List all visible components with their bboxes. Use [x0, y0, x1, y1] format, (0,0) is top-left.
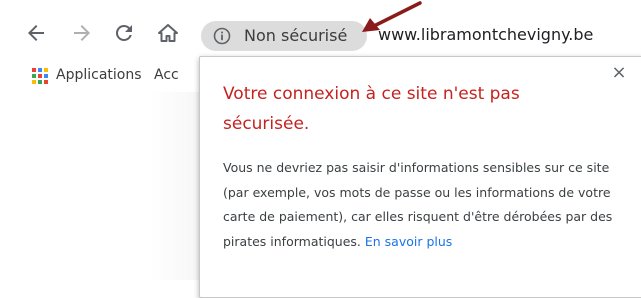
bookmark-truncated[interactable]: Acc [154, 67, 179, 83]
forward-icon[interactable] [70, 21, 94, 45]
learn-more-link[interactable]: En savoir plus [365, 234, 452, 249]
back-icon[interactable] [24, 21, 48, 45]
page-content [0, 92, 200, 280]
page-background-shade [150, 92, 200, 280]
close-icon[interactable]: × [610, 64, 628, 82]
reload-icon[interactable] [112, 21, 136, 45]
info-icon [213, 27, 231, 45]
annotation-arrow-icon [362, 1, 422, 32]
home-icon[interactable] [156, 21, 180, 45]
popup-description: Vous ne devriez pas saisir d'information… [223, 156, 628, 254]
apps-grid-icon[interactable] [32, 68, 48, 84]
security-chip[interactable]: Non sécurisé [201, 21, 367, 51]
security-label: Non sécurisé [244, 26, 348, 45]
bookmark-applications[interactable]: Applications [56, 67, 142, 83]
security-info-popup: × Votre connexion à ce site n'est pas sé… [199, 56, 641, 298]
popup-title: Votre connexion à ce site n'est pas sécu… [223, 84, 520, 134]
